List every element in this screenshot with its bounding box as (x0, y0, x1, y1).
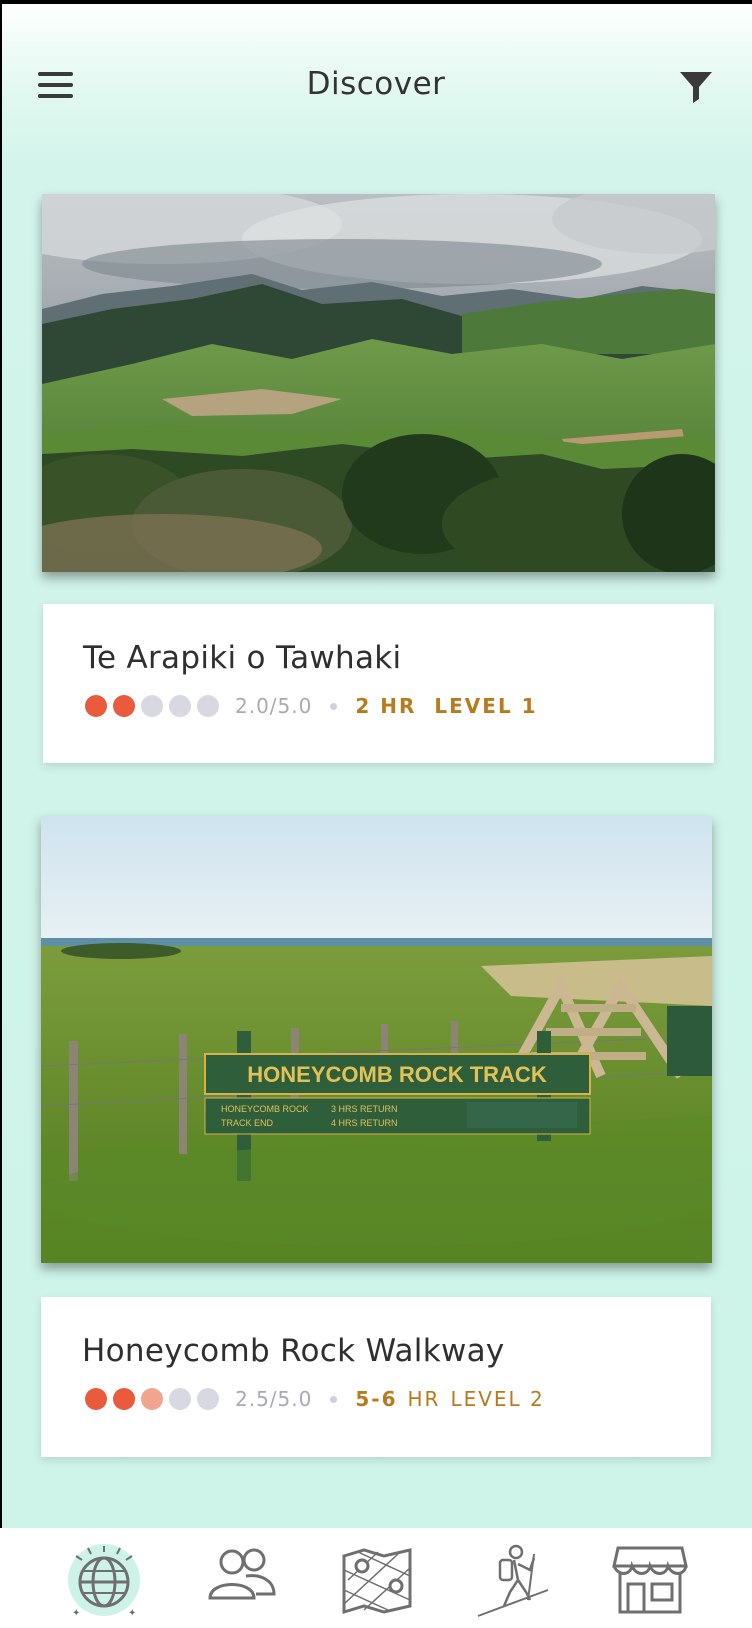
sign-title: HONEYCOMB ROCK TRACK (247, 1062, 547, 1087)
nav-community[interactable] (200, 1540, 280, 1620)
nav-map[interactable] (338, 1540, 418, 1620)
separator-dot (330, 702, 338, 710)
trail-name: Te Arapiki o Tawhaki (83, 640, 402, 676)
rating-dot-half (141, 1388, 163, 1410)
separator-dot (330, 1395, 338, 1403)
trail-meta: 2.5/5.0 5-6 HR LEVEL 2 (85, 1385, 545, 1413)
trail-name: Honeycomb Rock Walkway (82, 1333, 505, 1369)
shop-icon (612, 1546, 688, 1614)
sign-line1-left: HONEYCOMB ROCK (221, 1104, 309, 1114)
page-title: Discover (306, 66, 446, 102)
nav-discover[interactable]: ✦ ✦ (64, 1540, 144, 1620)
rating-text: 2.5/5.0 (235, 1387, 313, 1411)
rating-dot-filled (113, 695, 135, 717)
nav-hiking[interactable] (474, 1540, 554, 1620)
hiker-icon (477, 1544, 549, 1617)
nav-store[interactable] (610, 1540, 690, 1620)
rating-dot-empty (169, 695, 191, 717)
trail-meta: 2.0/5.0 2 HR LEVEL 1 (85, 692, 538, 720)
app-header: Discover (0, 40, 752, 130)
rating-dot-empty (141, 695, 163, 717)
sign-line2-left: TRACK END (221, 1118, 274, 1128)
trail-card[interactable]: Te Arapiki o Tawhaki 2.0/5.0 2 HR LEVEL … (43, 604, 714, 763)
trail-photo-hills[interactable] (42, 194, 715, 572)
trail-photo-honeycomb[interactable]: HONEYCOMB ROCK TRACK HONEYCOMB ROCK 3 HR… (41, 816, 712, 1263)
rating-dot-empty (197, 695, 219, 717)
rating-dot-empty (169, 1388, 191, 1410)
rating-dot-filled (113, 1388, 135, 1410)
rating-dot-filled (85, 695, 107, 717)
duration-text: 5-6 (355, 1387, 398, 1411)
duration-text: 2 HR (355, 694, 417, 718)
rating-dot-empty (197, 1388, 219, 1410)
rating-dot-filled (85, 1388, 107, 1410)
rating-text: 2.0/5.0 (235, 694, 313, 718)
status-bar-edge (0, 0, 752, 4)
level-text: LEVEL 2 (450, 1387, 545, 1411)
sign-line2-right: 4 HRS RETURN (331, 1118, 398, 1128)
duration-suffix-text: HR (407, 1387, 441, 1411)
people-icon (208, 1548, 276, 1600)
filter-funnel-icon[interactable] (678, 68, 714, 104)
trail-card[interactable]: Honeycomb Rock Walkway 2.5/5.0 5-6 HR LE… (41, 1297, 711, 1457)
sign-line1-right: 3 HRS RETURN (331, 1104, 398, 1114)
svg-text:✦: ✦ (128, 1608, 136, 1619)
bottom-navigation: ✦ ✦ (0, 1528, 752, 1628)
globe-icon: ✦ ✦ (68, 1544, 140, 1619)
level-text: LEVEL 1 (434, 694, 538, 718)
map-icon (342, 1548, 412, 1615)
frame-edge (0, 0, 2, 1628)
svg-text:✦: ✦ (72, 1608, 80, 1619)
